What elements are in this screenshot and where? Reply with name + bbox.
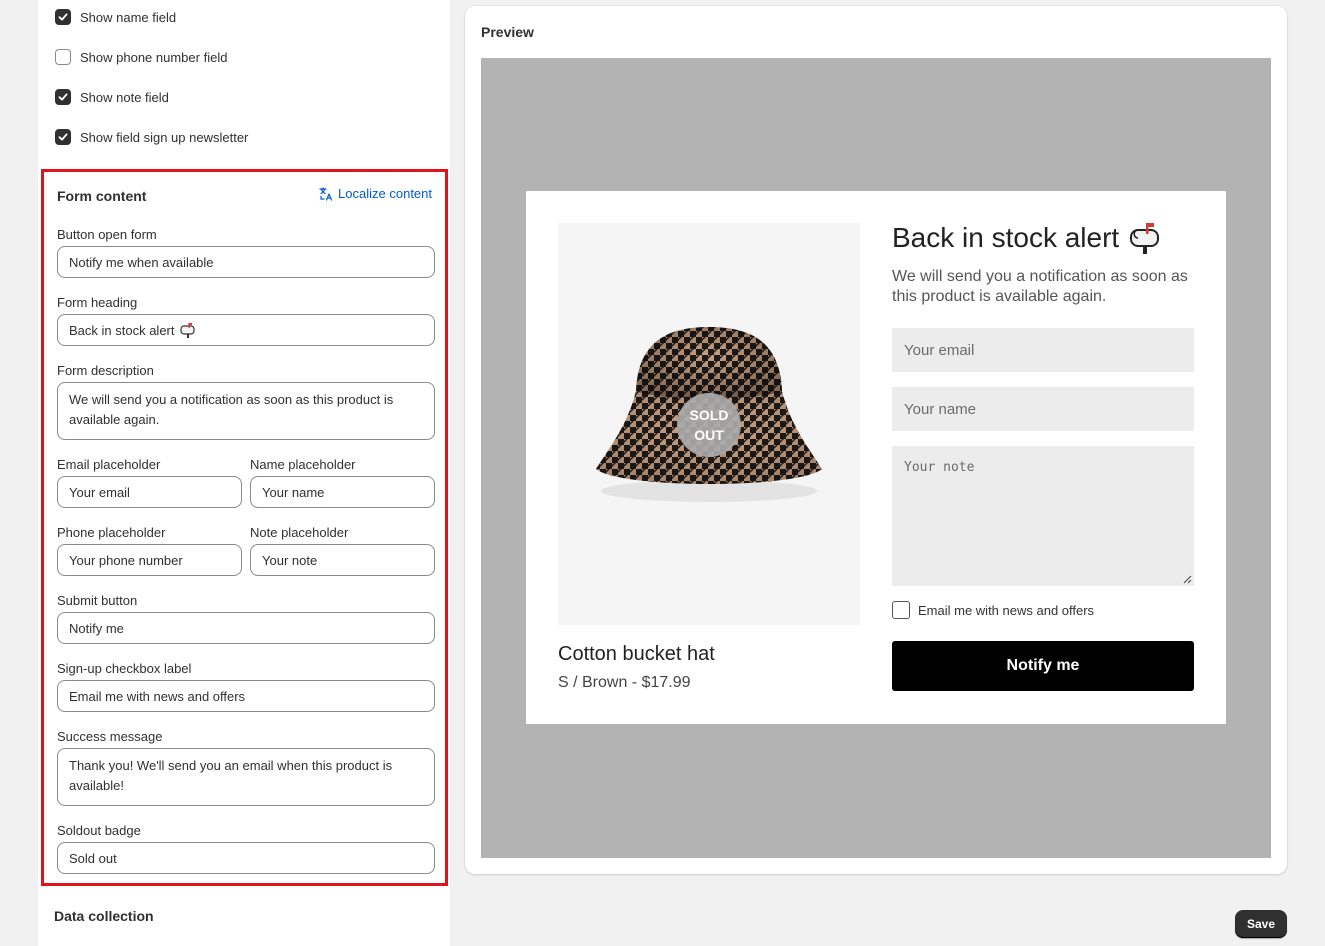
product-variant: S / Brown - $17.99 [558, 674, 691, 691]
checkbox-label: Show phone number field [80, 49, 228, 65]
signup-checkbox-input[interactable]: Email me with news and offers [57, 680, 435, 712]
mailbox-icon [1130, 223, 1160, 254]
preview-notify-button[interactable]: Notify me [892, 641, 1194, 691]
field-value: Sold out [69, 850, 117, 866]
checkbox-show-phone-field[interactable]: Show phone number field [55, 47, 227, 67]
checkbox-show-name-field[interactable]: Show name field [55, 7, 176, 27]
checkbox-label: Email me with news and offers [918, 602, 1095, 618]
localize-content-link[interactable]: Localize content [319, 186, 432, 201]
checkmark-icon [58, 13, 68, 21]
section-title: Form content [57, 188, 147, 204]
field-value: Your name [262, 484, 325, 500]
soldout-badge-line2: OUT [694, 427, 724, 443]
success-message-textarea[interactable]: Thank you! We'll send you an email when … [57, 748, 435, 806]
signup-checkbox-label: Sign-up checkbox label [57, 661, 192, 676]
field-value: Your email [69, 484, 130, 500]
note-placeholder-input[interactable]: Your note [250, 544, 435, 576]
form-heading-input[interactable]: Back in stock alert [57, 314, 435, 346]
checkbox-box[interactable] [55, 49, 71, 65]
checkbox-box[interactable] [55, 129, 71, 145]
preview-title: Preview [481, 24, 534, 40]
preview-newsletter-checkbox[interactable]: Email me with news and offers [892, 601, 1094, 619]
email-placeholder-label: Email placeholder [57, 457, 161, 472]
translate-icon [319, 186, 333, 201]
checkbox-box[interactable] [892, 601, 910, 619]
checkbox-box[interactable] [55, 89, 71, 105]
field-value: Email me with news and offers [69, 688, 246, 704]
soldout-badge: SOLD OUT [677, 393, 741, 457]
field-value: Your phone number [69, 552, 183, 568]
checkbox-show-note-field[interactable]: Show note field [55, 87, 169, 107]
modal-description: We will send you a notification as soon … [892, 268, 1188, 305]
localize-label: Localize content [338, 186, 432, 201]
soldout-badge-label: Soldout badge [57, 823, 141, 838]
save-button[interactable]: Save [1235, 910, 1287, 938]
field-value: Back in stock alert [69, 322, 175, 338]
back-in-stock-modal: SOLD OUT Cotton bucket hat S / Brown - $… [526, 191, 1226, 724]
product-name: Cotton bucket hat [558, 643, 715, 665]
submit-button-label: Submit button [57, 593, 138, 608]
field-value: Notify me [69, 620, 124, 636]
form-heading-label: Form heading [57, 295, 138, 310]
email-placeholder-input[interactable]: Your email [57, 476, 242, 508]
field-value: We will send you a notification as soon … [69, 392, 394, 427]
placeholder: Your name [904, 400, 976, 418]
field-value: Thank you! We'll send you an email when … [69, 758, 393, 793]
form-description-label: Form description [57, 363, 154, 378]
name-placeholder-input[interactable]: Your name [250, 476, 435, 508]
form-description-textarea[interactable]: We will send you a notification as soon … [57, 382, 435, 440]
settings-panel: Show name field Show phone number field … [38, 0, 450, 946]
modal-heading-text: Back in stock alert [892, 222, 1120, 253]
checkbox-label: Show name field [80, 9, 177, 25]
form-content-section: Form content Localize content Button ope… [41, 169, 448, 886]
phone-placeholder-input[interactable]: Your phone number [57, 544, 242, 576]
checkmark-icon [58, 133, 68, 141]
placeholder: Your email [904, 341, 975, 359]
phone-placeholder-label: Phone placeholder [57, 525, 166, 540]
mailbox-icon [179, 323, 195, 338]
soldout-badge-line1: SOLD [689, 407, 729, 423]
button-open-form-label: Button open form [57, 227, 157, 242]
name-placeholder-label: Name placeholder [250, 457, 356, 472]
field-value: Notify me when available [69, 254, 214, 270]
field-value: Your note [262, 552, 318, 568]
placeholder: Your note [904, 460, 975, 475]
button-open-form-input[interactable]: Notify me when available [57, 246, 435, 278]
preview-note-textarea[interactable]: Your note [892, 446, 1194, 586]
checkbox-box[interactable] [55, 9, 71, 25]
preview-stage: SOLD OUT Cotton bucket hat S / Brown - $… [481, 58, 1271, 858]
success-message-label: Success message [57, 729, 163, 744]
preview-email-input[interactable]: Your email [892, 328, 1194, 372]
preview-panel: Preview SOLD OUT Cotton bucket hat S / B… [465, 6, 1287, 874]
checkmark-icon [58, 93, 68, 101]
checkbox-label: Show field sign up newsletter [80, 129, 249, 145]
resize-grip-icon[interactable] [1182, 574, 1192, 584]
checkbox-label: Show note field [80, 89, 169, 105]
submit-button-input[interactable]: Notify me [57, 612, 435, 644]
checkbox-show-newsletter-field[interactable]: Show field sign up newsletter [55, 127, 248, 147]
preview-name-input[interactable]: Your name [892, 387, 1194, 431]
modal-heading: Back in stock alert [892, 221, 1163, 255]
soldout-badge-input[interactable]: Sold out [57, 842, 435, 874]
product-image: SOLD OUT [558, 223, 860, 625]
note-placeholder-label: Note placeholder [250, 525, 349, 540]
data-collection-title: Data collection [54, 908, 154, 924]
